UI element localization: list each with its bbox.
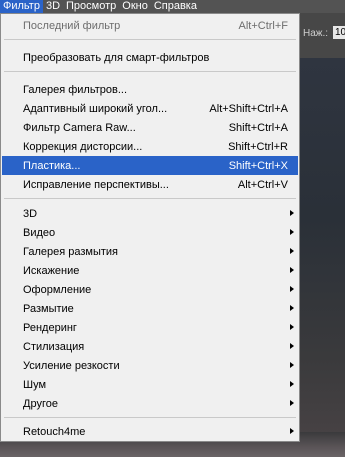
menu-item-liquify[interactable]: Пластика... Shift+Ctrl+X bbox=[2, 156, 298, 175]
menu-3d[interactable]: 3D bbox=[43, 0, 63, 13]
submenu-arrow-icon bbox=[290, 343, 294, 349]
submenu-noise[interactable]: Шум bbox=[2, 375, 298, 394]
document-canvas bbox=[300, 58, 345, 457]
submenu-3d[interactable]: 3D bbox=[2, 204, 298, 223]
menu-filter[interactable]: Фильтр bbox=[0, 0, 43, 13]
menu-item-label: 3D bbox=[23, 207, 38, 220]
submenu-video[interactable]: Видео bbox=[2, 223, 298, 242]
menu-item-label: Оформление bbox=[23, 283, 92, 296]
menu-item-label: Пластика... bbox=[23, 159, 81, 172]
submenu-other[interactable]: Другое bbox=[2, 394, 298, 413]
menu-separator bbox=[4, 71, 296, 72]
menu-window[interactable]: Окно bbox=[119, 0, 151, 13]
menu-item-shortcut: Shift+Ctrl+R bbox=[228, 140, 288, 153]
menu-item-shortcut: Shift+Ctrl+A bbox=[228, 121, 288, 134]
submenu-arrow-icon bbox=[290, 400, 294, 406]
menu-item-label: Исправление перспективы... bbox=[23, 178, 169, 191]
menu-help[interactable]: Справка bbox=[151, 0, 200, 13]
menu-item-label: Адаптивный широкий угол... bbox=[23, 102, 168, 115]
menu-item-shortcut: Alt+Shift+Ctrl+A bbox=[209, 102, 288, 115]
submenu-distort[interactable]: Искажение bbox=[2, 261, 298, 280]
menu-item-adaptive-wide-angle[interactable]: Адаптивный широкий угол... Alt+Shift+Ctr… bbox=[2, 99, 298, 118]
menu-item-label: Коррекция дисторсии... bbox=[23, 140, 143, 153]
menu-item-vanishing-point[interactable]: Исправление перспективы... Alt+Ctrl+V bbox=[2, 175, 298, 194]
menu-item-label: Галерея фильтров... bbox=[23, 83, 128, 96]
menu-separator bbox=[4, 417, 296, 418]
filter-dropdown-menu: Последний фильтр Alt+Ctrl+F Преобразоват… bbox=[0, 13, 300, 442]
menu-item-label: Последний фильтр bbox=[23, 19, 121, 32]
menu-item-label: Преобразовать для смарт-фильтров bbox=[23, 51, 210, 64]
menu-item-lens-correction[interactable]: Коррекция дисторсии... Shift+Ctrl+R bbox=[2, 137, 298, 156]
submenu-arrow-icon bbox=[290, 267, 294, 273]
submenu-arrow-icon bbox=[290, 286, 294, 292]
menu-item-label: Фильтр Camera Raw... bbox=[23, 121, 136, 134]
menu-item-label: Retouch4me bbox=[23, 425, 86, 438]
menu-item-filter-gallery[interactable]: Галерея фильтров... bbox=[2, 80, 298, 99]
submenu-blur[interactable]: Размытие bbox=[2, 299, 298, 318]
submenu-arrow-icon bbox=[290, 210, 294, 216]
submenu-arrow-icon bbox=[290, 362, 294, 368]
submenu-blur-gallery[interactable]: Галерея размытия bbox=[2, 242, 298, 261]
menu-item-label: Размытие bbox=[23, 302, 74, 315]
menu-item-label: Видео bbox=[23, 226, 56, 239]
pressure-label: Наж.: bbox=[303, 28, 329, 39]
menu-item-label: Усиление резкости bbox=[23, 359, 120, 372]
menubar: Фильтр 3D Просмотр Окно Справка bbox=[0, 0, 345, 13]
submenu-arrow-icon bbox=[290, 324, 294, 330]
submenu-arrow-icon bbox=[290, 229, 294, 235]
menu-separator bbox=[4, 198, 296, 199]
submenu-render[interactable]: Рендеринг bbox=[2, 318, 298, 337]
menu-item-label: Рендеринг bbox=[23, 321, 77, 334]
menu-item-label: Другое bbox=[23, 397, 58, 410]
submenu-arrow-icon bbox=[290, 305, 294, 311]
menu-item-shortcut: Alt+Ctrl+V bbox=[237, 178, 288, 191]
menu-view[interactable]: Просмотр bbox=[63, 0, 119, 13]
menu-item-label: Стилизация bbox=[23, 340, 85, 353]
submenu-arrow-icon bbox=[290, 428, 294, 434]
submenu-stylize-pixelate[interactable]: Оформление bbox=[2, 280, 298, 299]
submenu-arrow-icon bbox=[290, 248, 294, 254]
menu-item-last-filter: Последний фильтр Alt+Ctrl+F bbox=[2, 16, 298, 35]
menu-item-convert-smart-filters[interactable]: Преобразовать для смарт-фильтров bbox=[2, 48, 298, 67]
submenu-arrow-icon bbox=[290, 381, 294, 387]
submenu-sharpen[interactable]: Усиление резкости bbox=[2, 356, 298, 375]
menu-separator bbox=[4, 39, 296, 40]
menu-item-label: Шум bbox=[23, 378, 47, 391]
menu-item-label: Галерея размытия bbox=[23, 245, 119, 258]
menu-item-shortcut: Shift+Ctrl+X bbox=[228, 159, 288, 172]
submenu-retouch4me[interactable]: Retouch4me bbox=[2, 422, 298, 441]
menu-item-label: Искажение bbox=[23, 264, 80, 277]
menu-item-shortcut: Alt+Ctrl+F bbox=[238, 19, 288, 32]
submenu-stylize[interactable]: Стилизация bbox=[2, 337, 298, 356]
pressure-input[interactable]: 10 bbox=[333, 26, 345, 39]
menu-item-camera-raw[interactable]: Фильтр Camera Raw... Shift+Ctrl+A bbox=[2, 118, 298, 137]
